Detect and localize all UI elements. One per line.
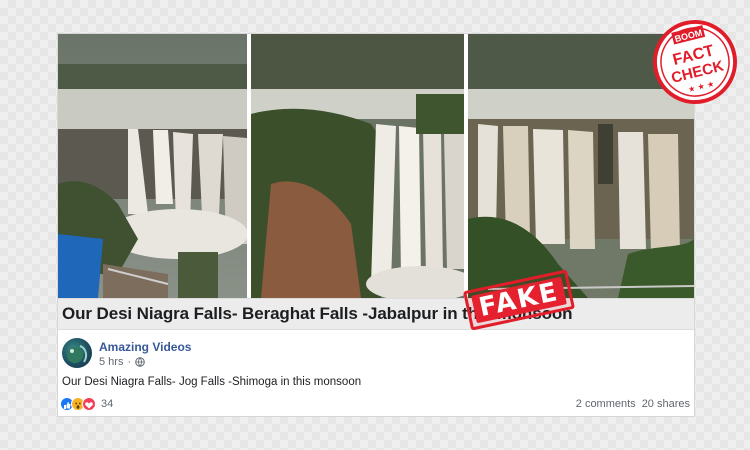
fact-check-badge: BOOM FACT CHECK ★ ★ ★ [649, 16, 741, 108]
waterfall-photo-2[interactable] [251, 34, 464, 298]
waterfall-photo-1[interactable] [58, 34, 247, 298]
post-meta: 5 hrs · [99, 356, 145, 368]
page-name-link[interactable]: Amazing Videos [99, 340, 191, 354]
post-header: Amazing Videos 5 hrs · [62, 338, 682, 374]
meta-separator: · [127, 356, 132, 368]
reaction-count[interactable]: 34 [101, 398, 113, 410]
post-footer: 34 2 comments 20 shares [60, 397, 692, 413]
comments-count[interactable]: 2 comments [576, 398, 636, 410]
engagement-stats: 2 comments 20 shares [576, 398, 690, 410]
post-headline-bar[interactable]: Our Desi Niagra Falls- Beraghat Falls -J… [58, 298, 694, 330]
reactions-summary[interactable]: 34 [60, 397, 113, 411]
facebook-post-card: Our Desi Niagra Falls- Beraghat Falls -J… [57, 33, 695, 417]
love-icon [82, 397, 96, 411]
post-text: Our Desi Niagra Falls- Jog Falls -Shimog… [62, 376, 362, 388]
avatar[interactable] [62, 338, 92, 368]
globe-icon[interactable] [135, 357, 145, 367]
shares-count[interactable]: 20 shares [642, 398, 690, 410]
photo-collage[interactable] [58, 34, 694, 298]
post-time[interactable]: 5 hrs [99, 356, 123, 368]
